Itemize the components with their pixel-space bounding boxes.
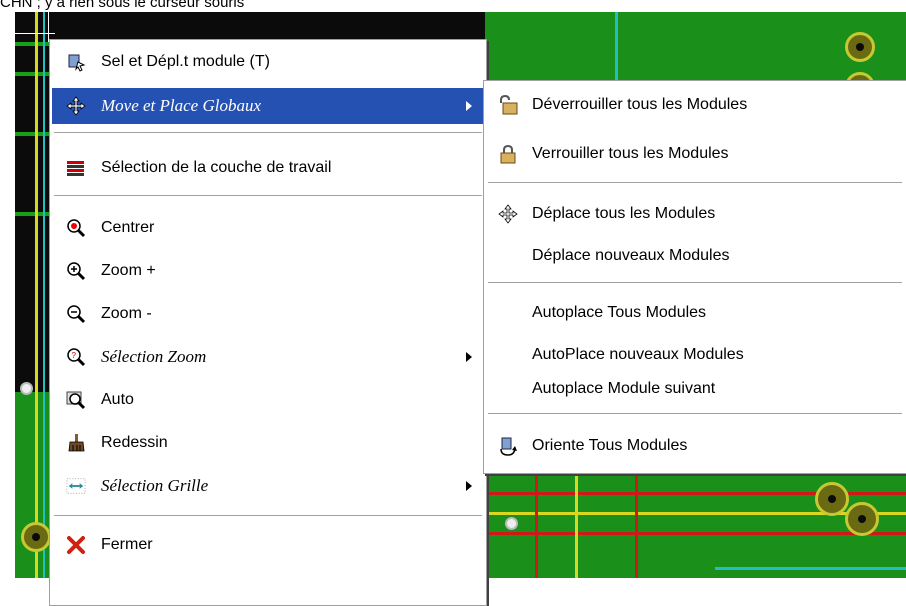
lock-icon [498,144,518,164]
menu-item-label: Déplace tous les Modules [532,205,716,222]
menu-item-move-place-global[interactable]: Move et Place Globaux [52,88,484,124]
submenu-item-lock-all[interactable]: Verrouiller tous les Modules [486,136,904,172]
pad [845,502,879,536]
move-arrows-icon [498,204,518,224]
menu-separator [54,515,482,517]
menu-item-zoom-out[interactable]: Zoom - [52,296,484,332]
trace [715,567,906,570]
window-caption: CHN ; y a rien sous le curseur souris [0,0,245,11]
trace [485,532,906,535]
rotate-icon [498,436,518,456]
menu-item-label: Déverrouiller tous les Modules [532,96,748,113]
menu-item-zoom-selection[interactable]: ? Sélection Zoom [52,339,484,375]
menu-item-label: Sel et Dépl.t module (T) [101,53,270,70]
context-menu: Sel et Dépl.t module (T) Move et Place G… [49,39,487,606]
layers-icon [66,158,86,178]
copper-zone [485,12,906,82]
submenu-item-autoplace-all[interactable]: Autoplace Tous Modules [486,295,904,331]
trace [43,12,45,578]
zoom-in-icon [66,261,86,281]
menu-item-label: Autoplace Module suivant [532,380,716,397]
zoom-out-icon [66,304,86,324]
trace [35,12,38,578]
submenu-arrow-icon [466,352,472,362]
menu-item-label: Déplace nouveaux Modules [532,247,730,264]
menu-separator [54,132,482,134]
move-arrows-icon [66,96,86,116]
menu-separator [488,282,902,284]
zoom-auto-icon [66,390,86,410]
menu-item-label: AutoPlace nouveaux Modules [532,346,744,363]
trace [635,467,638,578]
menu-item-label: Centrer [101,219,155,236]
pad [815,482,849,516]
svg-text:?: ? [72,351,77,360]
menu-item-auto[interactable]: Auto [52,382,484,418]
trace [575,467,578,578]
submenu-arrow-icon [466,101,472,111]
submenu-item-autoplace-new[interactable]: AutoPlace nouveaux Modules [486,337,904,373]
submenu-item-autoplace-next[interactable]: Autoplace Module suivant [486,371,904,407]
menu-item-label: Verrouiller tous les Modules [532,145,729,162]
submenu-arrow-icon [466,481,472,491]
submenu-item-orient-all[interactable]: Oriente Tous Modules [486,428,904,464]
menu-item-label: Sélection Grille [101,476,209,495]
menu-separator [488,182,902,184]
crosshair-cursor [48,12,49,42]
pad [21,522,51,552]
submenu-item-move-new[interactable]: Déplace nouveaux Modules [486,238,904,274]
menu-item-redraw[interactable]: Redessin [52,425,484,461]
menu-item-label: Autoplace Tous Modules [532,304,707,321]
move-module-icon [66,52,86,72]
submenu-item-unlock-all[interactable]: Déverrouiller tous les Modules [486,87,904,123]
trace [535,467,538,578]
menu-item-label: Auto [101,391,134,408]
grid-icon [66,476,86,496]
menu-item-label: Zoom + [101,262,156,279]
menu-item-label: Redessin [101,434,168,451]
menu-separator [54,195,482,197]
menu-item-label: Move et Place Globaux [101,96,262,115]
menu-item-label: Sélection Zoom [101,347,207,366]
menu-separator [488,413,902,415]
redraw-brush-icon [66,433,86,453]
menu-item-close[interactable]: Fermer [52,527,484,563]
submenu-item-move-all[interactable]: Déplace tous les Modules [486,196,904,232]
via [505,517,518,530]
copper-zone [485,467,906,578]
menu-item-zoom-in[interactable]: Zoom + [52,253,484,289]
center-zoom-icon [66,218,86,238]
trace [615,12,618,82]
trace [485,512,906,515]
unlock-icon [498,95,518,115]
menu-item-label: Zoom - [101,305,152,322]
crosshair-cursor [15,33,55,34]
menu-item-label: Sélection de la couche de travail [101,159,332,176]
submenu-move-place: Déverrouiller tous les Modules Verrouill… [483,80,906,474]
menu-item-move-module[interactable]: Sel et Dépl.t module (T) [52,44,484,80]
close-x-icon [66,535,86,555]
menu-item-center[interactable]: Centrer [52,210,484,246]
zoom-select-icon: ? [66,347,86,367]
menu-item-select-layer[interactable]: Sélection de la couche de travail [52,150,484,186]
via [20,382,33,395]
pad [845,32,875,62]
menu-item-label: Oriente Tous Modules [532,437,688,454]
menu-item-grid-selection[interactable]: Sélection Grille [52,468,484,504]
menu-item-label: Fermer [101,536,153,553]
